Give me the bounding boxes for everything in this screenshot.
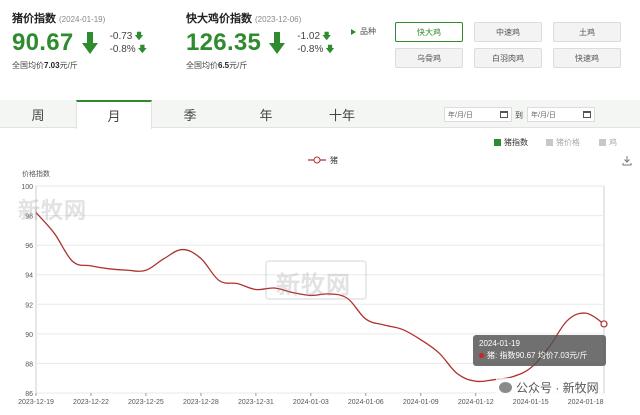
x-tick-label: 2023-12-22 (73, 399, 109, 406)
triangle-right-icon (351, 28, 356, 35)
tooltip-index-label: 指数 (499, 351, 516, 360)
y-tick-label: 92 (25, 302, 33, 309)
chicken-index-panel: 快大鸡价指数 (2023-12-06) 126.35 -1.02 🡇 -0.8% 🡇 … (186, 10, 335, 71)
down-arrow-icon: 🡇 (137, 44, 147, 54)
pig-avg-price: 全国均价7.03元/斤 (12, 60, 147, 71)
series-toggle-label: 鸡 (609, 138, 617, 147)
end-date-placeholder: 年/月/日 (531, 111, 556, 119)
pig-change-pct: -0.8% (109, 44, 136, 55)
breed-chip-zhongsu[interactable]: 中速鸡 (474, 22, 542, 42)
pig-index-title-text: 猪价指数 (12, 13, 56, 25)
series-toggle-chicken[interactable]: 鸡 (599, 137, 617, 148)
legend-marker (313, 156, 321, 164)
tab-quarter[interactable]: 季 (152, 100, 228, 128)
pig-index-date: (2024-01-19) (59, 15, 106, 24)
chicken-avg-unit: 元/斤 (229, 61, 248, 70)
breed-chip-wugu[interactable]: 乌骨鸡 (395, 48, 463, 68)
down-arrow-icon: 🡇 (134, 31, 144, 41)
series-color-swatch (546, 139, 553, 146)
end-date-input[interactable]: 年/月/日 (527, 107, 595, 122)
series-toggle-pig-price[interactable]: 猪价格 (546, 137, 580, 148)
pig-index-title: 猪价指数 (2024-01-19) (12, 10, 147, 26)
x-tick-label: 2024-01-15 (513, 399, 549, 406)
chart-tooltip: 2024-01-19 猪: 指数90.67 均价7.03元/斤 (473, 335, 606, 366)
breed-chip-kuaisu[interactable]: 快速鸡 (553, 48, 621, 68)
down-arrow-icon (81, 32, 98, 54)
x-tick-label: 2023-12-19 (18, 399, 54, 406)
tooltip-date: 2024-01-19 (479, 339, 520, 348)
pig-index-value: 90.67 (12, 29, 74, 56)
y-tick-label: 100 (21, 184, 33, 191)
x-tick-label: 2024-01-09 (403, 399, 439, 406)
pig-avg-value: 7.03 (44, 61, 60, 70)
brand-watermark: 新牧网 (276, 272, 351, 299)
tab-year[interactable]: 年 (228, 100, 304, 128)
series-color-swatch (494, 139, 501, 146)
x-tick-label: 2023-12-31 (238, 399, 274, 406)
wechat-watermark: 公众号 · 新牧网 (496, 378, 602, 397)
chicken-index-value: 126.35 (186, 29, 262, 56)
down-arrow-icon: 🡇 (322, 31, 332, 41)
pig-index-panel: 猪价指数 (2024-01-19) 90.67 -0.73 🡇 -0.8% 🡇 全国均… (12, 10, 147, 71)
highlight-point (600, 320, 608, 328)
x-tick-label: 2024-01-03 (293, 399, 329, 406)
x-tick-label: 2024-01-12 (458, 399, 494, 406)
pig-change-abs: -0.73 (109, 31, 133, 42)
series-dot (479, 353, 484, 358)
chicken-index-date: (2023-12-06) (255, 15, 302, 24)
start-date-placeholder: 年/月/日 (448, 111, 473, 119)
tab-week[interactable]: 周 (0, 100, 76, 128)
breed-label-text: 品种 (360, 27, 376, 36)
chicken-avg-price: 全国均价6.5元/斤 (186, 60, 335, 71)
down-arrow-icon (269, 32, 286, 54)
y-axis-title: 价格指数 (22, 169, 50, 178)
pig-avg-unit: 元/斤 (59, 61, 78, 70)
legend-label: 猪 (330, 155, 338, 165)
x-tick-label: 2023-12-28 (183, 399, 219, 406)
x-tick-label: 2024-01-18 (568, 399, 604, 406)
tooltip-index-value: 90.67 (515, 351, 536, 360)
chicken-change-pct: -0.8% (297, 44, 324, 55)
breed-chip-baiyu[interactable]: 白羽肉鸡 (474, 48, 542, 68)
tab-month[interactable]: 月 (76, 100, 152, 129)
series-toggle-pig-index[interactable]: 猪指数 (494, 137, 528, 148)
breed-label: 品种 (351, 26, 376, 37)
y-tick-label: 86 (25, 391, 33, 398)
date-range-to-label: 到 (515, 111, 523, 120)
wechat-icon (499, 382, 512, 393)
chicken-index-title-text: 快大鸡价指数 (186, 13, 252, 25)
calendar-icon[interactable] (583, 111, 591, 118)
y-tick-label: 90 (25, 332, 33, 339)
chicken-index-title: 快大鸡价指数 (2023-12-06) (186, 10, 335, 26)
breed-chip-tuji[interactable]: 土鸡 (553, 22, 621, 42)
tooltip-series: 猪: (487, 351, 498, 360)
breed-chip-kuaida[interactable]: 快大鸡 (395, 22, 463, 42)
series-toggle-label: 猪指数 (504, 138, 528, 147)
wechat-watermark-text: 公众号 · 新牧网 (516, 381, 599, 395)
x-tick-label: 2024-01-06 (348, 399, 384, 406)
tooltip-price-label: 均价 (537, 351, 554, 360)
down-arrow-icon: 🡇 (325, 44, 335, 54)
x-tick-label: 2023-12-25 (128, 399, 164, 406)
brand-watermark: 新牧网 (18, 198, 88, 223)
series-color-swatch (599, 139, 606, 146)
pig-avg-label: 全国均价 (12, 61, 44, 70)
y-tick-label: 94 (25, 273, 33, 280)
chicken-avg-label: 全国均价 (186, 61, 218, 70)
pig-index-changes: -0.73 🡇 -0.8% 🡇 (110, 30, 147, 56)
chicken-index-changes: -1.02 🡇 -0.8% 🡇 (297, 30, 334, 56)
chicken-change-abs: -1.02 (297, 31, 321, 42)
tooltip-row: 猪: 指数90.67 均价7.03元/斤 (479, 350, 600, 362)
tab-decade[interactable]: 十年 (304, 100, 380, 128)
tooltip-price-value: 7.03元/斤 (553, 351, 588, 360)
series-toggle-label: 猪价格 (556, 138, 580, 147)
calendar-icon[interactable] (500, 111, 508, 118)
y-tick-label: 96 (25, 243, 33, 250)
start-date-input[interactable]: 年/月/日 (444, 107, 512, 122)
y-tick-label: 88 (25, 361, 33, 368)
period-tabs-bar: 周 月 季 年 十年 年/月/日 到 年/月/日 (0, 100, 640, 129)
chicken-avg-value: 6.5 (218, 61, 230, 70)
